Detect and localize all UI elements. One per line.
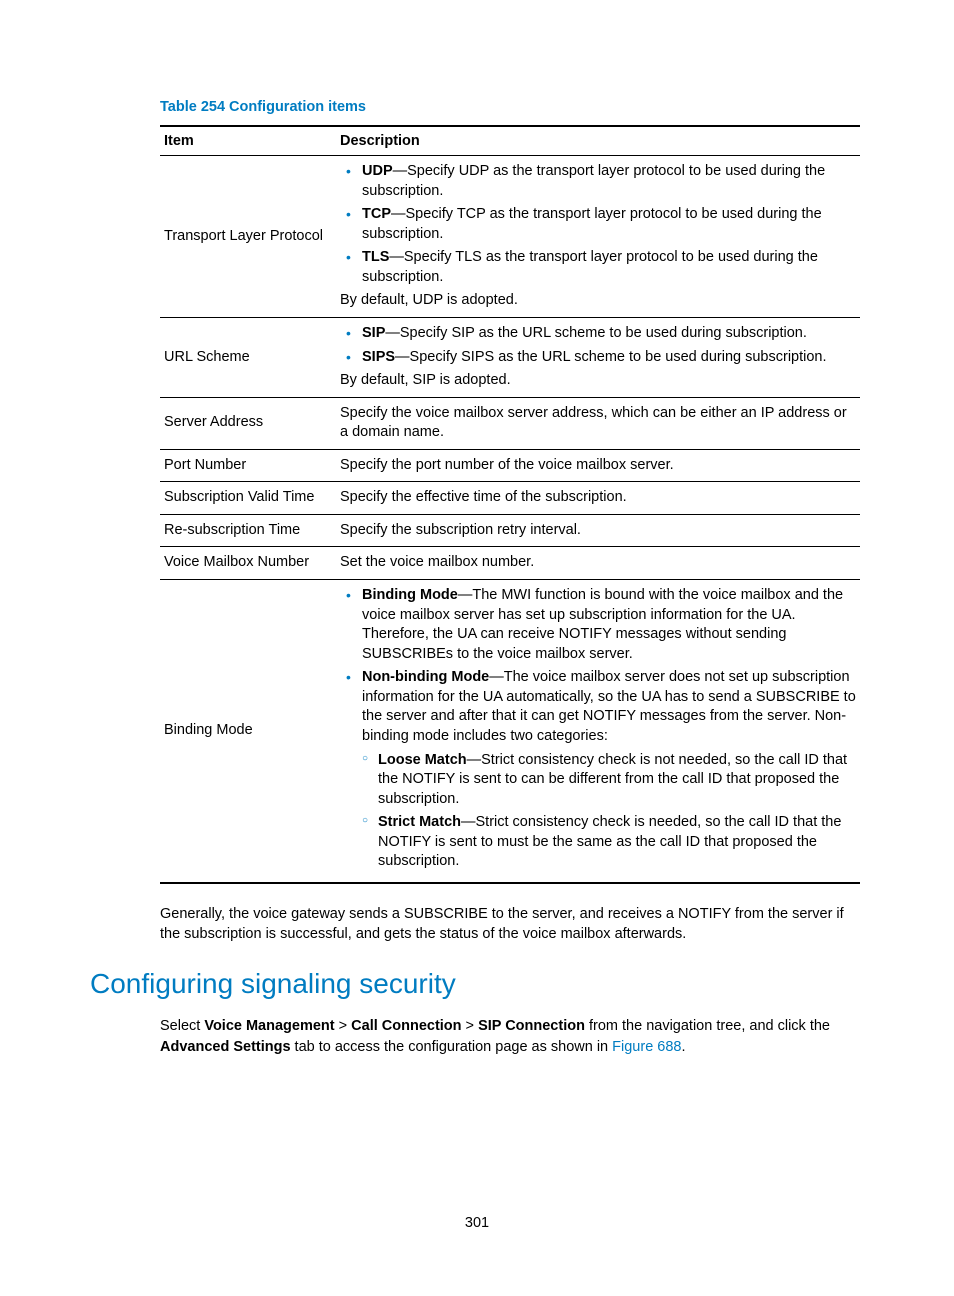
table-row: Transport Layer Protocol UDP—Specify UDP… [160,156,860,318]
desc-cell: Binding Mode—The MWI function is bound w… [336,580,860,883]
list-item: SIPS—Specify SIPS as the URL scheme to b… [362,348,856,368]
config-table: Item Description Transport Layer Protoco… [160,125,860,884]
desc-cell: Specify the voice mailbox server address… [336,397,860,449]
table-row: Voice Mailbox Number Set the voice mailb… [160,547,860,580]
sub-list-item: Loose Match—Strict consistency check is … [378,751,856,810]
table-row: Server Address Specify the voice mailbox… [160,397,860,449]
desc-cell: SIP—Specify SIP as the URL scheme to be … [336,317,860,397]
desc-cell: Specify the effective time of the subscr… [336,482,860,515]
list-item: UDP—Specify UDP as the transport layer p… [362,162,856,201]
desc-cell: Specify the port number of the voice mai… [336,449,860,482]
item-cell: Transport Layer Protocol [160,156,336,318]
table-row: Port Number Specify the port number of t… [160,449,860,482]
sub-list-item: Strict Match—Strict consistency check is… [378,813,856,872]
item-cell: URL Scheme [160,317,336,397]
item-cell: Binding Mode [160,580,336,883]
desc-cell: Set the voice mailbox number. [336,547,860,580]
th-item: Item [160,126,336,156]
body-paragraph: Select Voice Management > Call Connectio… [160,1016,860,1057]
default-text: By default, UDP is adopted. [340,291,856,311]
section-heading: Configuring signaling security [90,968,864,1000]
table-caption: Table 254 Configuration items [160,99,864,115]
item-cell: Server Address [160,397,336,449]
table-row: URL Scheme SIP—Specify SIP as the URL sc… [160,317,860,397]
list-item: SIP—Specify SIP as the URL scheme to be … [362,324,856,344]
item-cell: Re-subscription Time [160,514,336,547]
th-desc: Description [336,126,860,156]
table-row: Subscription Valid Time Specify the effe… [160,482,860,515]
desc-cell: UDP—Specify UDP as the transport layer p… [336,156,860,318]
list-item: Non-binding Mode—The voice mailbox serve… [362,668,856,872]
list-item: Binding Mode—The MWI function is bound w… [362,586,856,664]
body-paragraph: Generally, the voice gateway sends a SUB… [160,904,860,945]
list-item: TLS—Specify TLS as the transport layer p… [362,248,856,287]
table-row: Binding Mode Binding Mode—The MWI functi… [160,580,860,883]
figure-link[interactable]: Figure 688 [612,1039,681,1055]
page-number: 301 [0,1215,954,1231]
item-cell: Subscription Valid Time [160,482,336,515]
desc-cell: Specify the subscription retry interval. [336,514,860,547]
table-row: Re-subscription Time Specify the subscri… [160,514,860,547]
list-item: TCP—Specify TCP as the transport layer p… [362,205,856,244]
default-text: By default, SIP is adopted. [340,371,856,391]
item-cell: Port Number [160,449,336,482]
item-cell: Voice Mailbox Number [160,547,336,580]
